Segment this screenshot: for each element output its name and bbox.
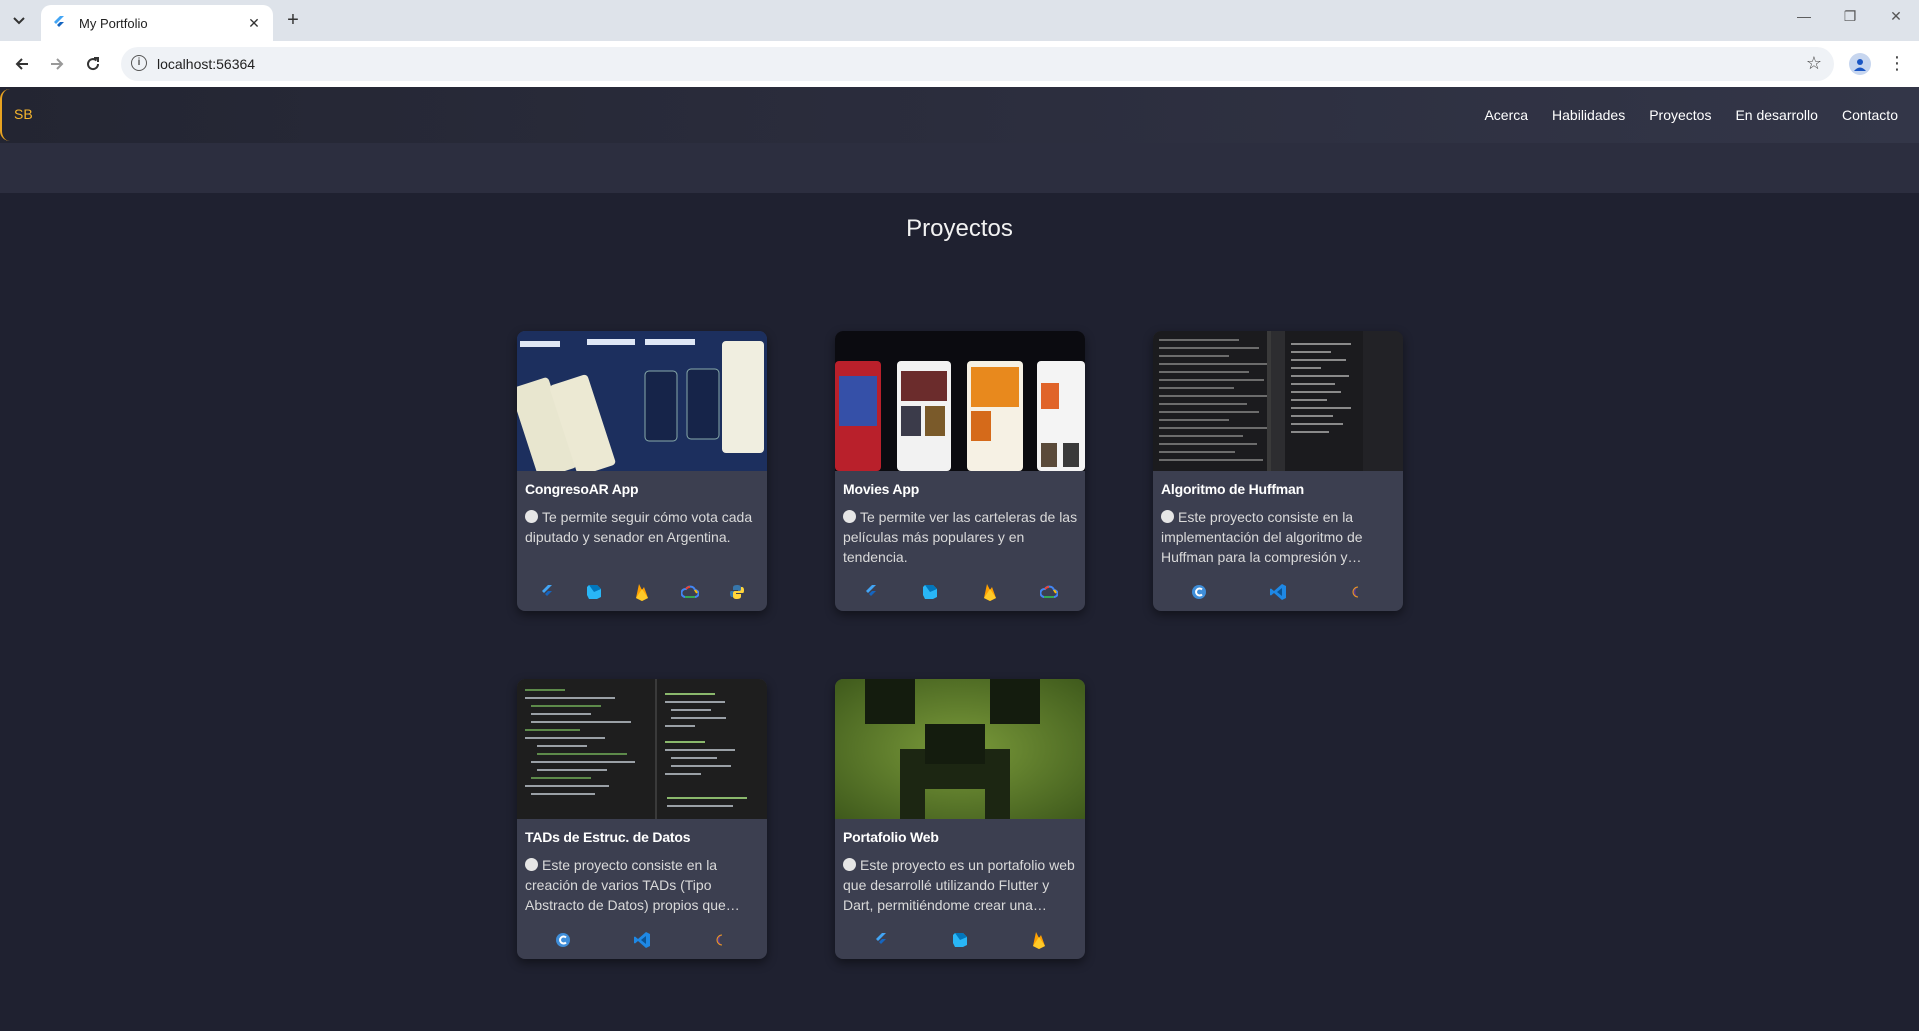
project-description-text: Este proyecto consiste en la implementac… [1161, 509, 1363, 565]
project-thumbnail [517, 679, 767, 819]
project-thumbnail [835, 331, 1085, 471]
project-name: Portafolio Web [843, 829, 939, 845]
browser-toolbar: i localhost:56364 ☆ ⋮ [0, 41, 1919, 87]
restore-button[interactable]: ❐ [1827, 8, 1873, 32]
logo-accent [0, 89, 10, 141]
eclipse-icon [1347, 582, 1367, 602]
tech-stack [517, 925, 767, 955]
project-card[interactable]: CongresoAR App Te permite seguir cómo vo… [517, 331, 767, 611]
project-thumbnail [835, 679, 1085, 819]
firebase-icon [1029, 930, 1049, 950]
address-bar[interactable]: i localhost:56364 ☆ [121, 47, 1834, 81]
close-window-button[interactable]: ✕ [1873, 8, 1919, 32]
profile-avatar-icon[interactable] [1849, 53, 1871, 75]
nav-item-habilidades[interactable]: Habilidades [1552, 107, 1625, 123]
project-card[interactable]: Movies App Te permite ver las carteleras… [835, 331, 1085, 611]
project-name: Algoritmo de Huffman [1161, 481, 1304, 497]
project-card[interactable]: Portafolio Web Este proyecto es un porta… [835, 679, 1085, 959]
tech-stack [1153, 577, 1403, 607]
project-name: CongresoAR App [525, 481, 639, 497]
project-description-text: Te permite seguir cómo vota cada diputad… [525, 509, 753, 545]
vscode-icon [632, 930, 652, 950]
project-name: Movies App [843, 481, 920, 497]
tech-stack [835, 577, 1085, 607]
project-thumbnail [1153, 331, 1403, 471]
project-description-text: Te permite ver las carteleras de las pel… [843, 509, 1078, 565]
project-description-text: Este proyecto consiste en la creación de… [525, 857, 726, 913]
browser-menu-icon[interactable]: ⋮ [1888, 52, 1906, 76]
header-band [0, 143, 1919, 193]
bullet-icon [1161, 510, 1174, 523]
bookmark-star-icon[interactable]: ☆ [1806, 53, 1822, 74]
arrow-left-icon [15, 58, 28, 70]
project-card[interactable]: TADs de Estruc. de Datos Este proyecto c… [517, 679, 767, 959]
c-icon [553, 930, 573, 950]
chevron-down-icon [13, 17, 25, 25]
nav-item-en-desarrollo[interactable]: En desarrollo [1735, 107, 1818, 123]
python-icon [727, 582, 747, 602]
flutter-icon [537, 582, 557, 602]
project-description-text: Este proyecto es un portafolio web que d… [843, 857, 1075, 913]
logo[interactable]: SB [14, 106, 33, 122]
project-card[interactable]: Algoritmo de Huffman Este proyecto consi… [1153, 331, 1403, 611]
bullet-icon [843, 858, 856, 871]
project-description: Este proyecto es un portafolio web que d… [843, 855, 1079, 915]
google-cloud-icon [680, 582, 700, 602]
site-info-icon[interactable]: i [131, 55, 147, 71]
new-tab-button[interactable]: + [281, 9, 305, 33]
bullet-icon [843, 510, 856, 523]
tab-search-button[interactable] [7, 9, 31, 33]
reload-icon [87, 57, 100, 71]
forward-button[interactable] [44, 51, 70, 77]
section-title: Proyectos [906, 215, 1013, 242]
nav-item-acerca[interactable]: Acerca [1484, 107, 1528, 123]
tab-title: My Portfolio [79, 15, 148, 31]
page: SB Acerca Habilidades Proyectos En desar… [0, 87, 1919, 1031]
bullet-icon [525, 510, 538, 523]
browser-tab-bar: My Portfolio ✕ + — ❐ ✕ [0, 0, 1919, 41]
url-text: localhost:56364 [157, 56, 256, 72]
tech-stack [835, 925, 1085, 955]
app-bar: SB Acerca Habilidades Proyectos En desar… [0, 87, 1919, 143]
reload-button[interactable] [80, 51, 106, 77]
project-description: Este proyecto consiste en la creación de… [525, 855, 761, 915]
firebase-icon [980, 582, 1000, 602]
eclipse-icon [711, 930, 731, 950]
nav-item-proyectos[interactable]: Proyectos [1649, 107, 1711, 123]
tech-stack [517, 577, 767, 607]
flutter-icon [861, 582, 881, 602]
minimize-button[interactable]: — [1781, 8, 1827, 32]
dart-icon [920, 582, 940, 602]
nav-menu: Acerca Habilidades Proyectos En desarrol… [1484, 87, 1919, 143]
back-button[interactable] [9, 51, 35, 77]
browser-tab[interactable]: My Portfolio ✕ [41, 5, 273, 41]
google-cloud-icon [1039, 582, 1059, 602]
project-name: TADs de Estruc. de Datos [525, 829, 691, 845]
bullet-icon [525, 858, 538, 871]
project-description: Te permite ver las carteleras de las pel… [843, 507, 1079, 567]
project-description: Este proyecto consiste en la implementac… [1161, 507, 1397, 567]
flutter-favicon-icon [51, 15, 67, 31]
project-description: Te permite seguir cómo vota cada diputad… [525, 507, 761, 567]
c-icon [1189, 582, 1209, 602]
dart-icon [584, 582, 604, 602]
vscode-icon [1268, 582, 1288, 602]
nav-item-contacto[interactable]: Contacto [1842, 107, 1898, 123]
arrow-right-icon [51, 58, 64, 70]
flutter-icon [871, 930, 891, 950]
dart-icon [950, 930, 970, 950]
tab-close-icon[interactable]: ✕ [245, 15, 263, 32]
firebase-icon [632, 582, 652, 602]
project-thumbnail [517, 331, 767, 471]
